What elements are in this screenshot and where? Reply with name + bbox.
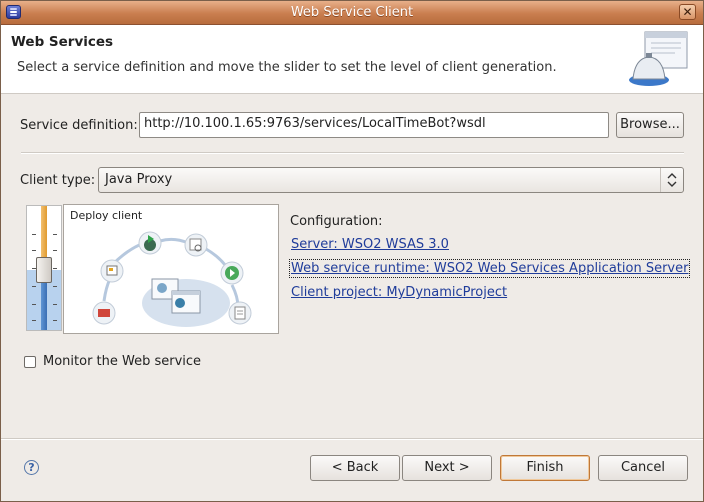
client-type-select[interactable]: Java Proxy <box>98 167 684 193</box>
service-definition-label: Service definition: <box>20 118 138 133</box>
finish-button-label: Finish <box>526 460 564 475</box>
page-description: Select a service definition and move the… <box>17 60 557 75</box>
next-button[interactable]: Next > <box>402 455 492 481</box>
generation-level-preview: Deploy client <box>63 204 279 334</box>
cancel-button[interactable]: Cancel <box>598 455 688 481</box>
runtime-link[interactable]: Web service runtime: WSO2 Web Services A… <box>288 259 691 278</box>
client-generation-slider[interactable] <box>26 205 62 331</box>
client-project-link[interactable]: Client project: MyDynamicProject <box>291 285 507 300</box>
back-button[interactable]: < Back <box>310 455 400 481</box>
slider-tick <box>32 286 36 287</box>
slider-tick <box>53 234 57 235</box>
service-definition-field[interactable]: http://10.100.1.65:9763/services/LocalTi… <box>139 112 609 138</box>
client-type-label: Client type: <box>20 173 96 188</box>
help-icon[interactable]: ? <box>24 460 39 475</box>
server-link[interactable]: Server: WSO2 WSAS 3.0 <box>291 237 449 252</box>
slider-tick <box>32 250 36 251</box>
configuration-label: Configuration: <box>290 214 383 229</box>
slider-tick <box>53 320 57 321</box>
title-bar[interactable]: Web Service Client ✕ <box>1 1 703 25</box>
cancel-button-label: Cancel <box>620 460 666 475</box>
page-title: Web Services <box>11 34 114 50</box>
slider-tick <box>53 250 57 251</box>
finish-button[interactable]: Finish <box>500 455 590 481</box>
slider-thumb[interactable] <box>36 257 52 283</box>
separator <box>21 152 684 154</box>
slider-tick <box>53 286 57 287</box>
wizard-header: Web Services Select a service definition… <box>1 25 703 94</box>
client-deployment-diagram <box>92 231 252 327</box>
monitor-label[interactable]: Monitor the Web service <box>43 354 201 369</box>
web-service-client-window: Web Service Client ✕ Web Services Select… <box>0 0 704 502</box>
slider-tick <box>53 268 57 269</box>
client-type-value: Java Proxy <box>105 172 173 187</box>
monitor-checkbox[interactable] <box>24 356 36 368</box>
browse-button[interactable]: Browse... <box>616 112 684 138</box>
slider-tick <box>32 234 36 235</box>
slider-tick <box>32 320 36 321</box>
close-button[interactable]: ✕ <box>679 4 696 20</box>
browse-button-label: Browse... <box>620 117 680 132</box>
next-button-label: Next > <box>424 460 470 475</box>
slider-tick <box>32 304 36 305</box>
window-title: Web Service Client <box>290 5 414 20</box>
chevron-up-down-icon <box>660 168 683 192</box>
web-service-bell-icon <box>629 31 688 86</box>
footer-separator <box>1 438 703 440</box>
slider-tick <box>53 304 57 305</box>
back-button-label: < Back <box>331 460 379 475</box>
